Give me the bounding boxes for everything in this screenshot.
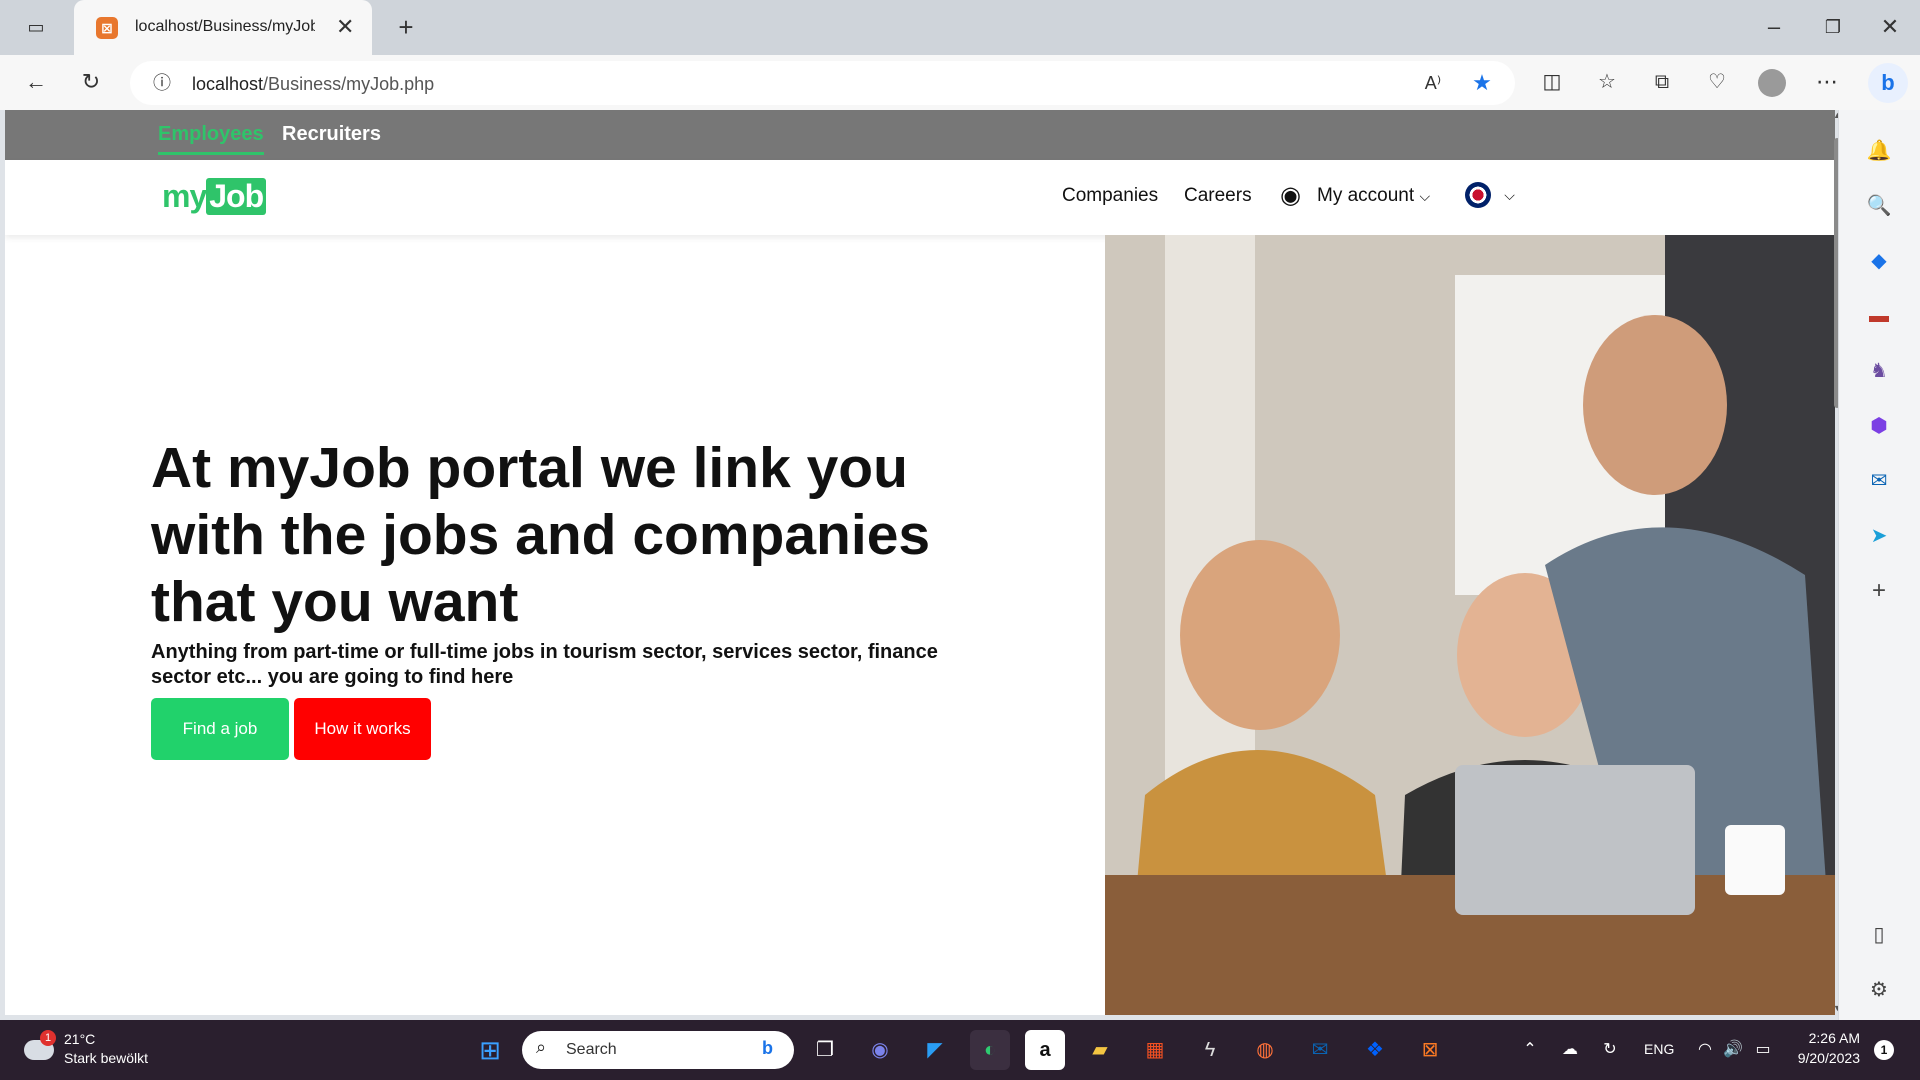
firefox-icon[interactable]: ◍ <box>1245 1030 1285 1070</box>
language-selector[interactable]: ⌵ <box>1465 182 1515 208</box>
file-explorer-icon[interactable]: ▰ <box>1080 1030 1120 1070</box>
amazon-icon[interactable]: a <box>1025 1030 1065 1070</box>
tab-employees[interactable]: Employees <box>158 123 264 155</box>
xampp-favicon-icon: ⊠ <box>96 17 118 39</box>
dropbox-icon[interactable]: ❖ <box>1355 1030 1395 1070</box>
nav-careers[interactable]: Careers <box>1184 185 1252 207</box>
info-icon[interactable]: ⓘ <box>144 65 180 101</box>
xampp-icon[interactable]: ⊠ <box>1410 1030 1450 1070</box>
weather-temp: 21°C <box>64 1031 96 1047</box>
outlook-icon[interactable]: ✉ <box>1861 463 1897 499</box>
uk-flag-icon <box>1465 182 1491 208</box>
store-icon[interactable]: ▦ <box>1135 1030 1175 1070</box>
onedrive-icon[interactable]: ☁ <box>1550 1030 1590 1070</box>
how-it-works-button[interactable]: How it works <box>294 698 431 760</box>
logo-box: Job <box>206 178 267 215</box>
clock-date[interactable]: 9/20/2023 <box>1780 1050 1860 1066</box>
sidebar-toggle-icon[interactable]: ▯ <box>1861 917 1897 953</box>
vscode-icon[interactable]: ◤ <box>915 1030 955 1070</box>
split-screen-icon[interactable]: ◫ <box>1534 64 1570 100</box>
hero-title: At myJob portal we link you with the job… <box>151 436 931 634</box>
weather-desc: Stark bewölkt <box>64 1050 149 1066</box>
nav-companies[interactable]: Companies <box>1062 185 1158 207</box>
more-icon[interactable]: ⋯ <box>1809 64 1845 100</box>
notification-badge[interactable]: 1 <box>1874 1040 1894 1060</box>
collections-icon[interactable]: ⧉ <box>1644 64 1680 100</box>
tab-close-icon[interactable]: ✕ <box>336 14 354 40</box>
edge-icon[interactable]: ◐ <box>970 1030 1010 1070</box>
logo-prefix: my <box>162 178 207 214</box>
bing-icon[interactable]: b <box>1868 63 1908 103</box>
clock-time[interactable]: 2:26 AM <box>1780 1030 1860 1046</box>
refresh-icon[interactable]: ↻ <box>73 64 109 100</box>
favorite-star-icon[interactable]: ★ <box>1464 65 1500 101</box>
search-placeholder: Search <box>566 1041 617 1058</box>
tray-chevron-icon[interactable]: ⌃ <box>1510 1030 1550 1070</box>
windows-taskbar: 1 21°C Stark bewölkt ⊞ ⌕ Search b ❐ ◉ ◤ … <box>0 1020 1920 1080</box>
close-window-icon[interactable]: ✕ <box>1872 9 1908 45</box>
site-logo[interactable]: myJob <box>162 178 267 215</box>
url-path: /Business/myJob.php <box>263 74 435 94</box>
search-icon: ⌕ <box>536 1037 547 1057</box>
active-tab[interactable]: ⊠ localhost/Business/myJob.p ✕ <box>74 0 372 55</box>
outlook-icon[interactable]: ✉ <box>1300 1030 1340 1070</box>
site-navbar: myJob Companies Careers ◉ My account ⌵ ⌵ <box>5 160 1835 235</box>
account-label: My account <box>1317 185 1415 206</box>
url-host: localhost <box>192 74 264 94</box>
search-icon[interactable]: 🔍 <box>1861 188 1897 224</box>
task-view-icon[interactable]: ❐ <box>805 1030 845 1070</box>
shopping-tag-icon[interactable]: ◆ <box>1861 243 1897 279</box>
add-icon[interactable]: + <box>1861 573 1897 609</box>
minimize-icon[interactable]: – <box>1756 9 1792 45</box>
address-bar[interactable]: ⓘ localhost/Business/myJob.php A⁾ ★ <box>130 61 1515 105</box>
tab-title: localhost/Business/myJob.p <box>135 18 315 35</box>
edge-sidebar: 🔔 🔍 ◆ ▬ ♞ ⬢ ✉ ➤ + ▯ ⚙ <box>1838 110 1920 1020</box>
settings-icon[interactable]: ⚙ <box>1861 972 1897 1008</box>
restore-icon[interactable]: ❐ <box>1815 9 1851 45</box>
find-job-button[interactable]: Find a job <box>151 698 289 760</box>
lightning-app-icon[interactable]: ϟ <box>1190 1030 1230 1070</box>
office-icon[interactable]: ⬢ <box>1861 408 1897 444</box>
performance-icon[interactable]: ♡ <box>1699 64 1735 100</box>
read-aloud-icon[interactable]: A⁾ <box>1415 65 1451 101</box>
url-text[interactable]: localhost/Business/myJob.php <box>192 74 434 95</box>
page-viewport: Employees Recruiters myJob Companies Car… <box>5 110 1835 1015</box>
back-icon[interactable]: ← <box>18 64 54 100</box>
profile-icon[interactable] <box>1754 64 1790 100</box>
weather-widget[interactable]: 1 <box>24 1030 58 1066</box>
tab-recruiters[interactable]: Recruiters <box>282 123 381 146</box>
chevron-down-icon: ⌵ <box>1419 188 1431 204</box>
bing-icon: b <box>762 1038 773 1058</box>
tab-actions-icon[interactable]: ▭ <box>18 9 54 45</box>
hero-team-photo <box>1105 235 1835 1015</box>
sync-icon[interactable]: ↻ <box>1590 1030 1630 1070</box>
send-icon[interactable]: ➤ <box>1861 518 1897 554</box>
nav-my-account[interactable]: My account ⌵ <box>1317 185 1430 207</box>
hero-photo-art <box>1105 235 1835 1015</box>
tools-icon[interactable]: ▬ <box>1861 298 1897 334</box>
favorites-icon[interactable]: ☆ <box>1589 64 1625 100</box>
games-icon[interactable]: ♞ <box>1861 353 1897 389</box>
hero-subtitle: Anything from part-time or full-time job… <box>151 641 938 688</box>
windows-start-icon[interactable]: ⊞ <box>470 1030 510 1070</box>
teams-icon[interactable]: ◉ <box>860 1030 900 1070</box>
taskbar-search[interactable]: ⌕ Search b <box>522 1031 794 1069</box>
battery-icon[interactable]: ▭ <box>1743 1030 1783 1070</box>
language-indicator[interactable]: ENG <box>1644 1041 1674 1057</box>
audience-strip: Employees Recruiters <box>5 110 1835 160</box>
chevron-down-icon: ⌵ <box>1504 187 1515 204</box>
new-tab-icon[interactable]: + <box>388 9 424 45</box>
weather-badge: 1 <box>40 1030 56 1046</box>
bell-icon[interactable]: 🔔 <box>1861 133 1897 169</box>
user-circle-icon[interactable]: ◉ <box>1280 181 1301 210</box>
address-toolbar: ← ↻ ⓘ localhost/Business/myJob.php A⁾ ★ … <box>0 55 1920 110</box>
browser-tab-strip: ▭ ⊠ localhost/Business/myJob.p ✕ + – ❐ ✕ <box>0 0 1920 55</box>
